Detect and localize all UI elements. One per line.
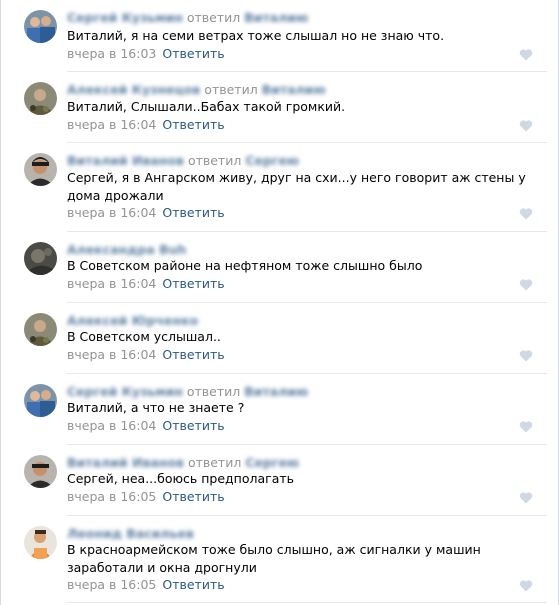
reply-button[interactable]: Ответить	[162, 276, 224, 291]
comment-author[interactable]: Леонид Васильев	[67, 526, 194, 542]
reply-button[interactable]: Ответить	[162, 418, 224, 433]
heart-icon[interactable]	[519, 207, 533, 220]
comment-item: Виталий Иванов ответил Сергею Сергей, неа.…	[0, 445, 559, 516]
reply-target[interactable]: Виталию	[262, 82, 326, 97]
comment-time[interactable]: вчера в 16:04	[67, 117, 156, 132]
comment-item: Леонид Васильев В красноармейском тоже б…	[0, 516, 559, 605]
comment-time[interactable]: вчера в 16:03	[67, 46, 156, 61]
comment-time[interactable]: вчера в 16:04	[67, 276, 156, 291]
avatar[interactable]	[24, 526, 57, 559]
comment-text: В красноармейском тоже было слышно, аж с…	[67, 542, 481, 575]
comment-text: Виталий, а что не знаете ?	[67, 400, 245, 415]
reply-button[interactable]: Ответить	[162, 577, 224, 592]
replied-label: ответил	[187, 455, 242, 470]
comment-author[interactable]: Алексей Кузнецов	[67, 82, 200, 98]
comment-author[interactable]: Алексей Юрченко	[67, 313, 198, 329]
avatar[interactable]	[24, 313, 57, 346]
avatar[interactable]	[24, 153, 57, 186]
comment-text: Сергей, неа...боюсь предполагать	[67, 471, 295, 486]
comment-text: Сергей, я в Ангарском живу, друг на схи.…	[67, 170, 526, 203]
comment-item: Сергей Кузьмин ответил Виталию Виталий, я …	[0, 0, 559, 72]
comment-time[interactable]: вчера в 16:05	[67, 577, 156, 592]
comment-text: В Советском районе на нефтяном тоже слыш…	[67, 258, 423, 273]
avatar[interactable]	[24, 242, 57, 275]
avatar[interactable]	[24, 82, 57, 115]
reply-button[interactable]: Ответить	[162, 46, 224, 61]
comment-item: Сергей Кузьмин ответил Виталию Виталий, а …	[0, 374, 559, 445]
reply-button[interactable]: Ответить	[162, 489, 224, 504]
heart-icon[interactable]	[519, 349, 533, 362]
comment-text: Виталий, я на семи ветрах тоже слышал но…	[67, 28, 445, 43]
heart-icon[interactable]	[519, 420, 533, 433]
comment-author[interactable]: Виталий Иванов	[67, 153, 184, 169]
avatar[interactable]	[24, 10, 57, 43]
comment-text: Виталий, Слышали..Бабах такой громкий.	[67, 99, 346, 114]
replied-label: ответил	[187, 153, 242, 168]
reply-target[interactable]: Виталию	[244, 10, 308, 25]
replied-label: ответил	[186, 384, 241, 399]
comment-time[interactable]: вчера в 16:04	[67, 418, 156, 433]
comment-item: Виталий Иванов ответил Сергею Сергей, я в …	[0, 143, 559, 232]
heart-icon[interactable]	[519, 491, 533, 504]
heart-icon[interactable]	[519, 278, 533, 291]
heart-icon[interactable]	[519, 48, 533, 61]
reply-target[interactable]: Виталию	[244, 384, 308, 399]
comment-text: В Советском услышал..	[67, 329, 221, 344]
replied-label: ответил	[186, 10, 241, 25]
avatar[interactable]	[24, 384, 57, 417]
comment-time[interactable]: вчера в 16:04	[67, 205, 156, 220]
comment-author[interactable]: Сергей Кузьмин	[67, 10, 183, 26]
comment-item: Алексей Юрченко В Советском услышал.. вч…	[0, 303, 559, 374]
replied-label: ответил	[204, 82, 258, 97]
avatar[interactable]	[24, 455, 57, 488]
reply-button[interactable]: Ответить	[162, 117, 224, 132]
reply-button[interactable]: Ответить	[162, 347, 224, 362]
heart-icon[interactable]	[519, 579, 533, 592]
divider	[67, 602, 547, 603]
reply-button[interactable]: Ответить	[162, 205, 224, 220]
reply-target[interactable]: Сергею	[245, 153, 299, 168]
reply-target[interactable]: Сергею	[245, 455, 299, 470]
comment-author[interactable]: Александра Buh	[67, 242, 186, 258]
comment-item: Александра Buh В Советском районе на неф…	[0, 232, 559, 303]
comment-author[interactable]: Сергей Кузьмин	[67, 384, 183, 400]
comment-author[interactable]: Виталий Иванов	[67, 455, 184, 471]
comment-time[interactable]: вчера в 16:05	[67, 489, 156, 504]
comment-time[interactable]: вчера в 16:04	[67, 347, 156, 362]
comment-item: Алексей Кузнецов ответил Виталию Виталий, …	[0, 72, 559, 143]
heart-icon[interactable]	[519, 119, 533, 132]
